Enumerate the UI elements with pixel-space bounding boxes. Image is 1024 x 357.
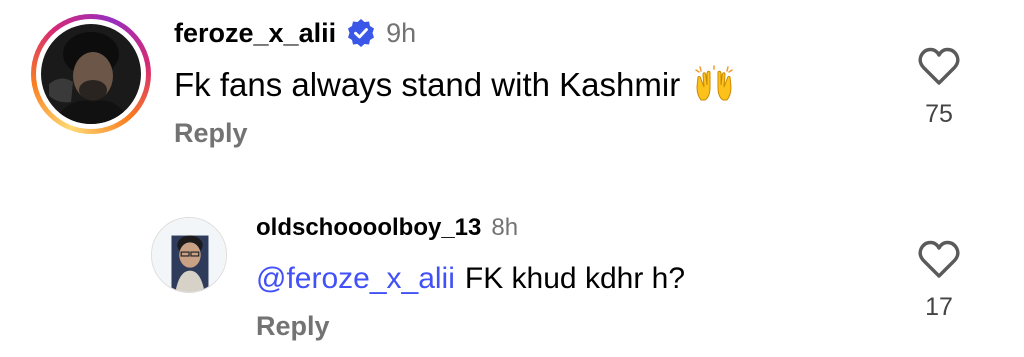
like-control: 17: [909, 239, 969, 322]
heart-icon[interactable]: [917, 46, 961, 86]
timestamp: 8h: [491, 214, 519, 241]
like-count[interactable]: 17: [925, 293, 953, 322]
username[interactable]: feroze_x_alii: [174, 18, 336, 49]
reply-button[interactable]: Reply: [174, 118, 248, 149]
comment-reply: oldschoooolboy_13 8h @feroze_x_alii FK k…: [0, 195, 1024, 357]
timestamp: 9h: [386, 17, 417, 48]
username[interactable]: oldschoooolboy_13: [256, 214, 481, 242]
avatar[interactable]: [31, 14, 151, 134]
comment-text: @feroze_x_alii FK khud kdhr h?: [256, 257, 685, 301]
comment: feroze_x_alii 9h Fk fans always stand wi…: [0, 0, 1024, 180]
comment-header: feroze_x_alii 9h: [174, 12, 416, 54]
comment-body: Fk fans always stand with Kashmir: [174, 66, 681, 103]
avatar[interactable]: [151, 217, 227, 293]
verified-badge-icon: [346, 18, 376, 48]
mention-link[interactable]: @feroze_x_alii: [256, 262, 455, 296]
raising-hands-icon: [694, 65, 734, 105]
comment-text: Fk fans always stand with Kashmir: [174, 62, 734, 108]
heart-icon[interactable]: [917, 239, 961, 279]
reply-button[interactable]: Reply: [256, 311, 330, 342]
avatar-image: [41, 24, 141, 124]
like-count[interactable]: 75: [925, 100, 953, 129]
comment-header: oldschoooolboy_13 8h: [256, 209, 518, 247]
like-control: 75: [909, 46, 969, 129]
avatar-image: [152, 218, 226, 292]
comment-body: FK khud kdhr h?: [464, 262, 686, 295]
